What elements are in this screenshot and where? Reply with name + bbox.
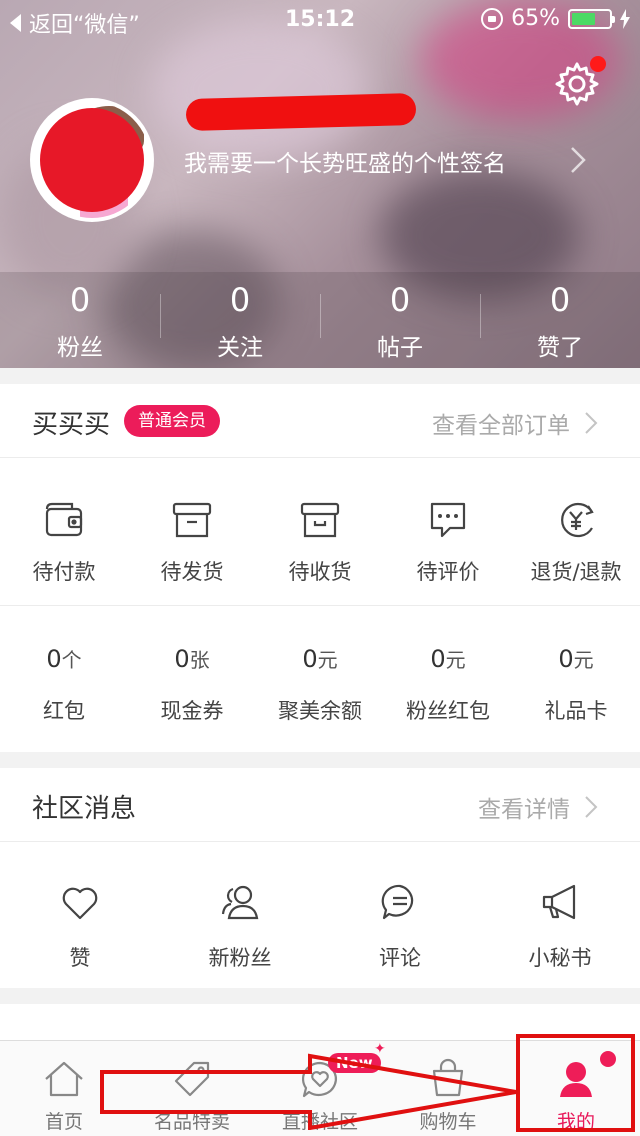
community-title: 社区消息 <box>32 794 137 824</box>
view-details-link[interactable]: 查看详情 <box>478 790 570 824</box>
charging-icon <box>620 8 630 29</box>
chevron-right-icon[interactable] <box>568 146 588 174</box>
username-redacted <box>185 92 417 132</box>
settings-notification-dot <box>590 56 606 72</box>
view-all-orders-link[interactable]: 查看全部订单 <box>432 406 570 440</box>
asset-unit: 元 <box>445 648 466 672</box>
shopping-card: 买买买 普通会员 查看全部订单 待付款 待发货 待收货 待评价 退货/退款 0个 <box>0 384 640 752</box>
community-secretary[interactable]: 小秘书 <box>480 842 640 988</box>
asset-value: 0 <box>430 645 446 673</box>
assets-row: 0个 红包 0张 现金券 0元 聚美余额 0元 粉丝红包 0元 礼品卡 <box>0 606 640 752</box>
shopping-header: 买买买 普通会员 查看全部订单 <box>0 384 640 458</box>
stat-label: 帖子 <box>377 335 423 361</box>
community-likes[interactable]: 赞 <box>0 842 160 988</box>
order-label: 待评价 <box>416 560 480 584</box>
asset-label: 聚美余额 <box>278 699 362 723</box>
order-pending-shipment[interactable]: 待发货 <box>128 458 256 605</box>
home-icon <box>45 1061 83 1097</box>
stat-following[interactable]: 0 关注 <box>160 272 320 368</box>
order-label: 待发货 <box>160 560 224 584</box>
package-icon <box>300 502 340 538</box>
profile-header: 返回“微信” 15:12 65% 我需要一个长势旺盛的个性签名 0 粉丝 0 关… <box>0 0 640 368</box>
asset-value: 0 <box>174 645 190 673</box>
asset-balance[interactable]: 0元 聚美余额 <box>256 606 384 752</box>
comment-icon <box>381 884 414 920</box>
asset-fan-red-packet[interactable]: 0元 粉丝红包 <box>384 606 512 752</box>
stat-value: 0 <box>549 281 571 319</box>
stat-label: 赞了 <box>537 335 583 361</box>
asset-unit: 元 <box>317 648 338 672</box>
asset-label: 红包 <box>43 699 85 723</box>
order-label: 待收货 <box>288 560 352 584</box>
stat-value: 0 <box>229 281 251 319</box>
megaphone-icon <box>542 884 576 920</box>
community-label: 评论 <box>379 946 421 970</box>
annotation-highlight-box <box>516 1034 635 1132</box>
order-status-row: 待付款 待发货 待收货 待评价 退货/退款 <box>0 458 640 606</box>
shopping-title: 买买买 <box>32 410 111 440</box>
community-label: 小秘书 <box>528 946 592 970</box>
community-row: 赞 新粉丝 评论 小秘书 <box>0 842 640 988</box>
followers-icon <box>221 885 259 920</box>
asset-red-packet[interactable]: 0个 红包 <box>0 606 128 752</box>
status-bar: 返回“微信” 15:12 65% <box>0 0 640 40</box>
stat-value: 0 <box>69 281 91 319</box>
order-pending-review[interactable]: 待评价 <box>384 458 512 605</box>
order-pending-receipt[interactable]: 待收货 <box>256 458 384 605</box>
asset-label: 礼品卡 <box>544 699 608 723</box>
asset-label: 现金券 <box>160 699 224 723</box>
chevron-right-icon[interactable] <box>584 411 598 435</box>
community-card: 社区消息 查看详情 赞 新粉丝 评论 小秘书 <box>0 768 640 988</box>
asset-value: 0 <box>558 645 574 673</box>
community-label: 新粉丝 <box>208 946 272 970</box>
community-header: 社区消息 查看详情 <box>0 768 640 842</box>
annotation-arrow <box>100 1053 517 1130</box>
stat-liked[interactable]: 0 赞了 <box>480 272 640 368</box>
rotation-lock-icon <box>481 7 504 30</box>
asset-cash-coupon[interactable]: 0张 现金券 <box>128 606 256 752</box>
member-badge: 普通会员 <box>124 405 220 437</box>
stat-posts[interactable]: 0 帖子 <box>320 272 480 368</box>
order-pending-payment[interactable]: 待付款 <box>0 458 128 605</box>
asset-unit: 张 <box>189 648 210 672</box>
asset-gift-card[interactable]: 0元 礼品卡 <box>512 606 640 752</box>
community-comments[interactable]: 评论 <box>320 842 480 988</box>
stat-value: 0 <box>389 281 411 319</box>
community-label: 赞 <box>69 946 91 970</box>
profile-stats: 0 粉丝 0 关注 0 帖子 0 赞了 <box>0 272 640 368</box>
asset-label: 粉丝红包 <box>406 699 490 723</box>
profile-signature[interactable]: 我需要一个长势旺盛的个性签名 <box>184 144 506 178</box>
stat-label: 粉丝 <box>57 335 103 361</box>
order-label: 待付款 <box>32 560 96 584</box>
comment-bubble-icon <box>430 502 466 538</box>
box-icon <box>172 502 212 538</box>
avatar[interactable] <box>30 98 154 222</box>
heart-icon <box>62 887 98 920</box>
refund-icon <box>561 502 594 538</box>
battery-percent: 65% <box>511 6 560 31</box>
order-label: 退货/退款 <box>530 560 622 584</box>
chevron-right-icon[interactable] <box>584 795 598 819</box>
asset-unit: 个 <box>61 648 82 672</box>
asset-value: 0 <box>46 645 62 673</box>
wallet-icon <box>45 502 83 537</box>
stat-label: 关注 <box>217 335 263 361</box>
asset-unit: 元 <box>573 648 594 672</box>
battery-icon <box>568 8 615 29</box>
asset-value: 0 <box>302 645 318 673</box>
community-new-followers[interactable]: 新粉丝 <box>160 842 320 988</box>
order-refund[interactable]: 退货/退款 <box>512 458 640 605</box>
stat-fans[interactable]: 0 粉丝 <box>0 272 160 368</box>
